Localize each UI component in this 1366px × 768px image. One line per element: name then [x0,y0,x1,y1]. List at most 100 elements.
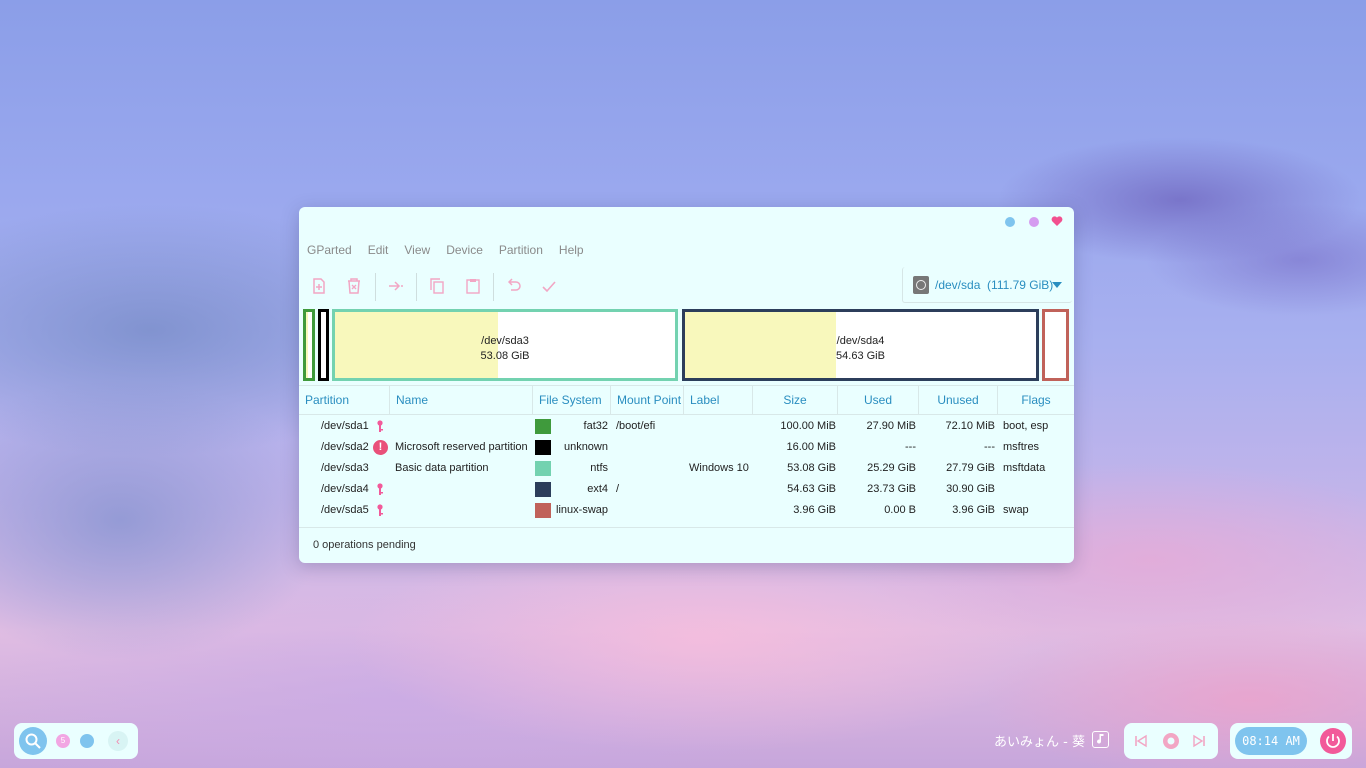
dock-launcher: 5 ‹ [14,723,138,759]
workspace-1[interactable]: 5 [56,734,70,748]
partition-cell: /dev/sda5 [321,504,369,516]
play-pause-button[interactable] [1162,732,1180,750]
heart-icon [1051,216,1063,226]
status-bar: 0 operations pending [299,527,1074,563]
toolbar-separator [493,273,494,301]
menu-edit[interactable]: Edit [360,243,389,259]
name-cell: Basic data partition [395,462,489,474]
close-button[interactable] [1051,215,1063,227]
clock-time[interactable]: 08:14 AM [1235,727,1307,755]
used-space-bar [306,312,308,378]
disk-icon [913,275,929,294]
size-cell: 53.08 GiB [787,462,836,474]
paste-icon [466,279,480,294]
partition-block-sda5[interactable] [1042,309,1069,381]
label-cell [689,437,753,458]
column-partition[interactable]: Partition [299,386,390,415]
size-cell: 54.63 GiB [787,483,836,495]
delete-icon [348,278,360,294]
filesystem-cell: ext4 [587,483,608,495]
mount-point-cell: / [616,483,620,495]
table-body: /dev/sda1 fat32/boot/efi 100.00 MiB 27.90 M… [299,415,1074,521]
table-row[interactable]: /dev/sda2! Microsoft reserved partition un… [299,437,1074,458]
partition-block-label: /dev/sda4 54.63 GiB [836,335,885,362]
menubar: GParted Edit View Device Partition Help [299,243,1074,259]
apply-button[interactable] [540,277,558,295]
search-button[interactable] [19,727,47,755]
workspace-2[interactable] [80,734,94,748]
titlebar [299,207,1074,235]
column-unused[interactable]: Unused [919,386,998,415]
new-file-icon [313,278,325,294]
column-mount-point[interactable]: Mount Point [611,386,684,415]
copy-icon [430,278,444,294]
menu-device[interactable]: Device [438,243,483,259]
menu-view[interactable]: View [396,243,430,259]
partition-block-sda3[interactable]: /dev/sda3 53.08 GiB [332,309,678,381]
label-cell: Windows 10 [689,462,749,474]
warning-icon: ! [373,440,388,455]
partition-block-sda2[interactable] [318,309,329,381]
name-cell: Microsoft reserved partition [395,441,528,453]
device-selector[interactable]: /dev/sda (111.79 GiB) [902,267,1072,303]
partition-block-sda1[interactable] [303,309,315,381]
new-partition-button[interactable] [310,277,328,295]
status-text: 0 operations pending [313,539,416,551]
partition-table: Partition Name File System Mount Point L… [299,385,1074,521]
unused-cell: 27.79 GiB [946,462,995,474]
table-row[interactable]: /dev/sda5 linux-swap 3.96 GiB 0.00 B 3.96 Gi… [299,500,1074,521]
column-file-system[interactable]: File System [533,386,611,415]
delete-partition-button[interactable] [345,277,363,295]
mount-point-cell [616,437,682,458]
column-label[interactable]: Label [684,386,753,415]
chevron-left-icon[interactable]: ‹ [108,731,128,751]
column-flags[interactable]: Flags [998,386,1074,415]
table-row[interactable]: /dev/sda3 Basic data partition ntfs Windows… [299,458,1074,479]
mount-point-cell: /boot/efi [616,420,656,432]
previous-track-button[interactable] [1132,732,1150,750]
filesystem-color-swatch [535,482,551,497]
paste-button[interactable] [464,277,482,295]
skip-forward-icon [1193,734,1205,748]
used-cell: 23.73 GiB [867,483,916,495]
key-icon [377,483,383,495]
menu-partition[interactable]: Partition [491,243,543,259]
toolbar-separator [375,273,376,301]
maximize-button[interactable] [1029,217,1039,227]
filesystem-color-swatch [535,461,551,476]
filesystem-color-swatch [535,440,551,455]
power-button[interactable] [1320,728,1346,754]
next-track-button[interactable] [1190,732,1208,750]
column-used[interactable]: Used [838,386,919,415]
power-icon [1326,734,1340,748]
name-cell [395,479,533,500]
toolbar-separator [416,273,417,301]
key-icon [377,420,383,432]
now-playing-text: あいみょん - 葵 [994,735,1085,750]
size-cell: 3.96 GiB [793,504,836,516]
partition-block-sda4[interactable]: /dev/sda4 54.63 GiB [682,309,1039,381]
table-row[interactable]: /dev/sda1 fat32/boot/efi 100.00 MiB 27.90 M… [299,416,1074,437]
table-row[interactable]: /dev/sda4 ext4 / 54.63 GiB 23.73 GiB 30.90 Gi… [299,479,1074,500]
partition-block-label: /dev/sda3 53.08 GiB [480,335,530,362]
resize-move-button[interactable] [387,277,405,295]
used-cell: 25.29 GiB [867,462,916,474]
undo-button[interactable] [505,277,523,295]
mount-point-cell [616,458,682,479]
flags-cell: msftres [1003,441,1040,453]
label-cell [689,416,753,437]
menu-help[interactable]: Help [551,243,584,259]
copy-button[interactable] [428,277,446,295]
size-cell: 16.00 MiB [786,441,836,453]
label-cell [689,479,753,500]
name-cell [395,416,533,437]
minimize-button[interactable] [1005,217,1015,227]
undo-icon [507,278,521,291]
filesystem-color-swatch [535,419,551,434]
music-note-icon[interactable] [1092,731,1109,748]
column-name[interactable]: Name [390,386,533,415]
used-cell: 27.90 MiB [866,420,916,432]
filesystem-cell: fat32 [583,420,608,432]
menu-gparted[interactable]: GParted [299,243,352,259]
column-size[interactable]: Size [753,386,838,415]
